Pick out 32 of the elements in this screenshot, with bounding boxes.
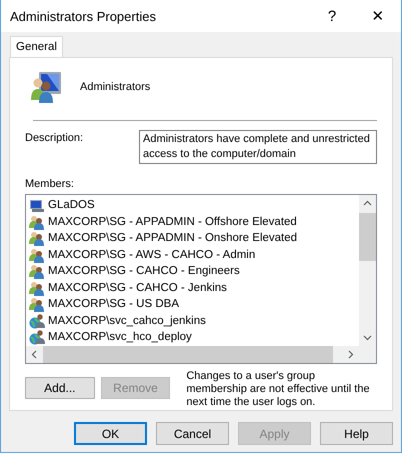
tab[interactable]: General xyxy=(10,36,63,57)
description-label: Description: xyxy=(25,131,84,146)
users-computer-icon xyxy=(29,70,63,104)
user-group-icon xyxy=(29,280,45,296)
dialog-button[interactable]: OK xyxy=(74,422,147,445)
member-name[interactable]: MAXCORP\svc_hco_deploy xyxy=(48,331,192,344)
member-name[interactable]: GLaDOS xyxy=(48,199,95,212)
dialog-button[interactable]: Cancel xyxy=(156,422,229,445)
member-name[interactable]: MAXCORP\SG - AWS - CAHCO - Admin xyxy=(48,248,256,261)
member-name[interactable]: MAXCORP\SG - CAHCO - Jenkins xyxy=(48,282,227,294)
member-name[interactable]: MAXCORP\SG - APPADMIN - Offshore Elevated xyxy=(48,216,297,228)
vertical-scrollbar[interactable] xyxy=(359,195,376,346)
user-globe-icon xyxy=(29,329,45,346)
members-label: Members: xyxy=(25,178,75,190)
user-group-icon xyxy=(29,263,45,280)
user-group-icon xyxy=(29,230,45,246)
user-group-icon xyxy=(29,246,45,263)
member-button[interactable]: Add... xyxy=(25,377,95,399)
description-field[interactable]: Administrators have complete and unrestricted access to the computer/domain xyxy=(139,130,377,164)
horizontal-scrollbar[interactable] xyxy=(26,346,376,363)
membership-note: Changes to a user's group membership are not effective until the next time the user logs on. xyxy=(186,370,371,409)
member-name[interactable]: MAXCORP\SG - CAHCO - Engineers xyxy=(48,265,240,278)
user-globe-icon xyxy=(29,312,45,329)
member-name[interactable]: MAXCORP\SG - US DBA xyxy=(48,298,179,310)
user-group-icon xyxy=(29,214,45,230)
group-name: Administrators xyxy=(80,81,150,93)
computer-icon xyxy=(29,197,45,214)
dialog-button[interactable]: Help xyxy=(320,422,393,445)
member-name[interactable]: MAXCORP\SG - APPADMIN - Onshore Elevated xyxy=(48,232,298,244)
member-name[interactable]: MAXCORP\svc_cahco_jenkins xyxy=(48,314,206,327)
window-title: Administrators Properties xyxy=(9,8,157,24)
user-group-icon xyxy=(29,296,45,312)
